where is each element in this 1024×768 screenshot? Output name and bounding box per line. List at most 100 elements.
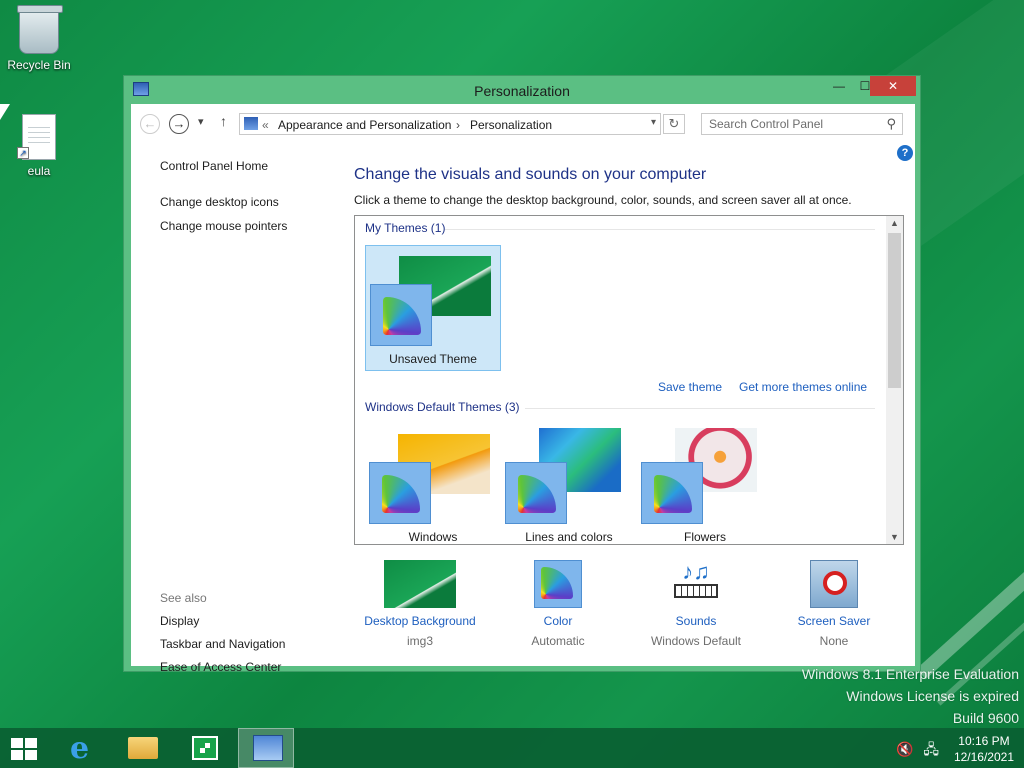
taskbar-internet-explorer[interactable]: e [54, 728, 110, 768]
taskbar-file-explorer[interactable] [114, 728, 170, 768]
refresh-button[interactable]: ↻ [663, 114, 685, 134]
ease-of-access-link[interactable]: Ease of Access Center [160, 660, 350, 674]
close-button[interactable]: ✕ [870, 76, 916, 96]
screen-saver-icon [810, 560, 858, 608]
desktop-background-icon [384, 560, 456, 608]
color-palette-icon [534, 560, 582, 608]
setting-value: Windows Default [650, 634, 742, 648]
group-divider [445, 229, 875, 230]
left-pane: Control Panel Home Change desktop icons … [160, 159, 350, 243]
start-button[interactable] [0, 728, 56, 768]
system-tray-icons: 🔇 🖧 [896, 739, 939, 763]
watermark-build: Build 9600 [952, 710, 1019, 726]
mouse-cursor-icon [0, 104, 10, 120]
setting-value: None [819, 634, 849, 648]
breadcrumb-separator-icon[interactable]: › [456, 118, 460, 132]
group-divider [525, 408, 875, 409]
breadcrumb[interactable]: « Appearance and Personalization › Perso… [239, 113, 661, 135]
network-icon[interactable]: 🖧 [923, 741, 939, 757]
theme-list-scrollbar[interactable]: ▲ ▼ [886, 216, 903, 544]
save-theme-link[interactable]: Save theme [658, 380, 722, 394]
desktop-icon-recycle-bin[interactable]: Recycle Bin [3, 5, 75, 72]
screen-saver-setting[interactable]: Screen Saver None [769, 554, 899, 648]
search-input[interactable] [702, 114, 872, 134]
default-themes-header[interactable]: Windows Default Themes (3) [365, 400, 520, 414]
clock-time: 10:16 PM [958, 734, 1010, 748]
window-title: Personalization [474, 83, 570, 99]
start-icon [11, 738, 38, 760]
clock[interactable]: 10:16 PM 12/16/2021 [954, 734, 1014, 764]
see-also-section: See also Display Taskbar and Navigation … [160, 591, 350, 683]
forward-button[interactable]: → [169, 114, 189, 134]
get-more-themes-link[interactable]: Get more themes online [739, 380, 867, 394]
color-palette-icon [370, 284, 432, 346]
color-setting[interactable]: Color Automatic [493, 554, 623, 648]
breadcrumb-item-personalization[interactable]: Personalization [470, 118, 552, 132]
theme-tile-unsaved[interactable]: Unsaved Theme [365, 245, 501, 371]
theme-settings-strip: Desktop Background img3 Color Automatic … [354, 554, 894, 654]
windows-watermark: Windows 8.1 Enterprise Evaluation Window… [802, 663, 1019, 729]
setting-label: Desktop Background [364, 614, 476, 628]
change-desktop-icons-link[interactable]: Change desktop icons [160, 195, 350, 209]
shortcut-arrow-icon: ↗ [17, 147, 29, 159]
setting-label: Color [543, 614, 573, 628]
recent-locations-dropdown[interactable]: ▾ [198, 115, 204, 128]
setting-label: Screen Saver [797, 614, 871, 628]
setting-label: Sounds [675, 614, 717, 628]
color-palette-icon [505, 462, 567, 524]
file-explorer-icon [128, 737, 158, 759]
store-icon [192, 736, 218, 760]
recycle-bin-icon [17, 5, 63, 54]
control-panel-icon [244, 117, 258, 130]
desktop-icon-eula[interactable]: ↗ eula [3, 114, 75, 178]
breadcrumb-item-appearance[interactable]: Appearance and Personalization [278, 118, 451, 132]
display-link[interactable]: Display [160, 614, 350, 628]
scroll-down-icon[interactable]: ▼ [886, 532, 903, 542]
internet-explorer-icon: e [70, 731, 90, 766]
theme-tile-windows[interactable]: Windows [365, 424, 501, 544]
search-box[interactable]: ⚲ [701, 113, 903, 135]
theme-label: Lines and colors [525, 530, 613, 544]
color-palette-icon [369, 462, 431, 524]
wallpaper-stripe [916, 454, 1024, 680]
help-icon[interactable]: ? [897, 145, 913, 161]
sounds-setting[interactable]: ♪♫ Sounds Windows Default [631, 554, 761, 649]
desktop-icon-label: eula [27, 164, 51, 178]
breadcrumb-chevron[interactable]: « [262, 118, 269, 132]
search-icon[interactable]: ⚲ [886, 116, 896, 132]
back-button[interactable]: ← [140, 114, 160, 134]
address-dropdown-icon[interactable]: ▾ [651, 117, 656, 128]
desktop-background-setting[interactable]: Desktop Background img3 [355, 554, 485, 648]
page-description: Click a theme to change the desktop back… [354, 193, 852, 207]
theme-tile-lines-and-colors[interactable]: Lines and colors [501, 424, 637, 544]
taskbar-navigation-link[interactable]: Taskbar and Navigation [160, 637, 350, 651]
scrollbar-thumb[interactable] [888, 233, 901, 388]
volume-muted-icon[interactable]: 🔇 [896, 741, 913, 757]
theme-label: Unsaved Theme [389, 352, 477, 366]
clock-date: 12/16/2021 [953, 750, 1014, 764]
text-file-icon: ↗ [17, 114, 56, 160]
change-mouse-pointers-link[interactable]: Change mouse pointers [160, 219, 350, 233]
title-bar[interactable]: Personalization — ☐ ✕ [124, 76, 920, 104]
up-button[interactable]: ↑ [220, 113, 227, 129]
see-also-header: See also [160, 591, 207, 605]
sounds-icon: ♪♫ [660, 560, 732, 608]
taskbar-store[interactable] [176, 728, 232, 768]
control-panel-home-link[interactable]: Control Panel Home [160, 159, 350, 173]
minimize-button[interactable]: — [826, 76, 852, 96]
scroll-up-icon[interactable]: ▲ [886, 218, 903, 228]
theme-tile-flowers[interactable]: Flowers [637, 424, 773, 544]
my-themes-header[interactable]: My Themes (1) [365, 221, 445, 235]
window-client-area: ← → ▾ ↑ « Appearance and Personalization… [131, 104, 915, 674]
setting-value: img3 [406, 634, 433, 648]
theme-label: Windows [408, 530, 458, 544]
color-palette-icon [641, 462, 703, 524]
page-title: Change the visuals and sounds on your co… [354, 166, 707, 183]
control-panel-icon [253, 735, 283, 761]
taskbar-control-panel[interactable] [238, 728, 294, 768]
address-bar: ← → ▾ ↑ « Appearance and Personalization… [131, 104, 915, 144]
taskbar: e 🔇 🖧 10:16 PM 12/16/2021 [0, 728, 1024, 768]
desktop-icon-label: Recycle Bin [7, 58, 71, 72]
watermark-edition: Windows 8.1 Enterprise Evaluation [801, 666, 1019, 682]
personalization-window: Personalization — ☐ ✕ ← → ▾ ↑ « Appearan… [123, 75, 921, 674]
